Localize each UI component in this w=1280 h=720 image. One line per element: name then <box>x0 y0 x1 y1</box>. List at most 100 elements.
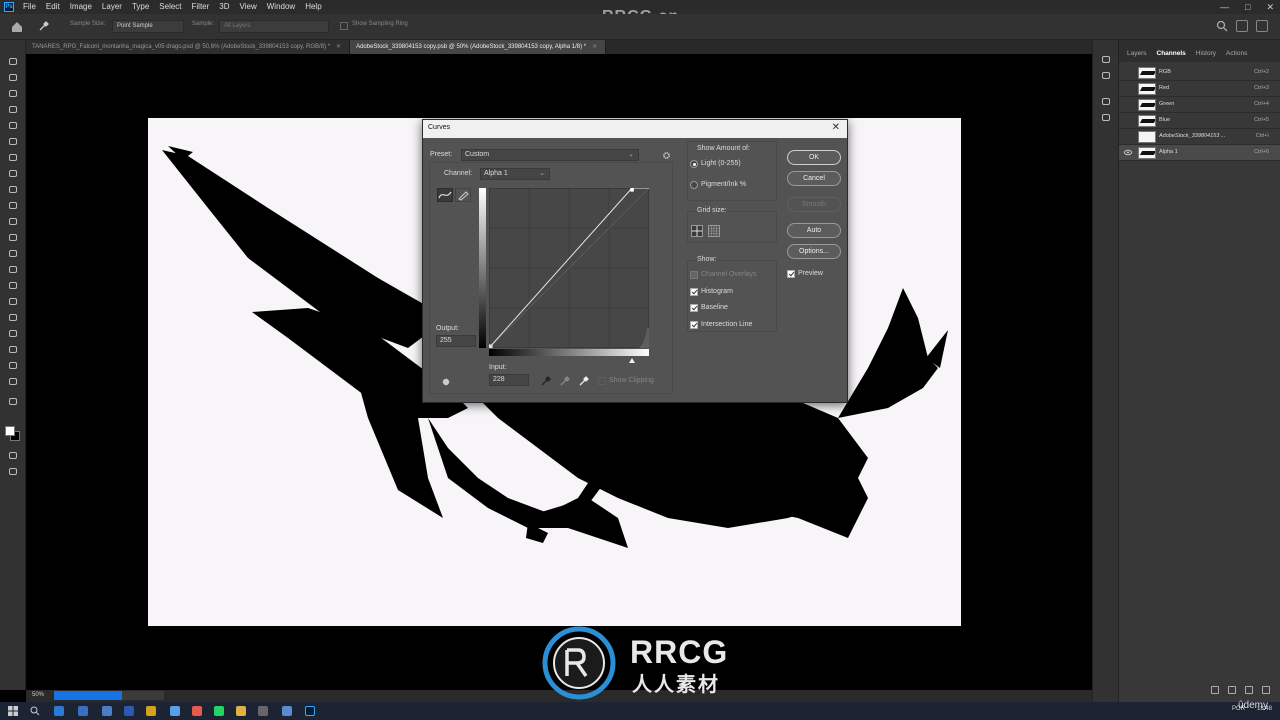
clone-stamp-tool-icon[interactable] <box>7 200 19 211</box>
blur-tool-icon[interactable] <box>7 264 19 275</box>
smooth-button[interactable]: Smooth <box>787 197 841 212</box>
tab-layers[interactable]: Layers <box>1123 50 1153 62</box>
save-selection-icon[interactable] <box>1228 686 1236 694</box>
preview-checkbox[interactable] <box>787 270 795 278</box>
pencil-draw-tool[interactable] <box>455 188 471 202</box>
dodge-tool-icon[interactable] <box>7 280 19 291</box>
black-point-eyedropper-icon[interactable] <box>541 376 551 386</box>
frame-tool-icon[interactable] <box>7 136 19 147</box>
menu-filter[interactable]: Filter <box>187 0 215 14</box>
channel-row[interactable]: Blue Ctrl+5 <box>1119 113 1280 129</box>
maximize-icon[interactable]: □ <box>1245 2 1250 12</box>
line-tool-icon[interactable] <box>7 344 19 355</box>
properties-icon[interactable] <box>1100 96 1112 107</box>
search-icon[interactable] <box>30 706 40 716</box>
menu-type[interactable]: Type <box>127 0 154 14</box>
menu-window[interactable]: Window <box>262 0 300 14</box>
delete-channel-icon[interactable] <box>1262 686 1270 694</box>
input-field[interactable]: 228 <box>489 374 529 386</box>
close-tab-icon[interactable]: ✕ <box>336 44 341 50</box>
curve-graph[interactable] <box>489 188 649 348</box>
object-select-tool-icon[interactable] <box>7 104 19 115</box>
marquee-tool-icon[interactable] <box>7 72 19 83</box>
doc-tab-1[interactable]: TANARES_RPG_Falconi_montanha_magica_v05 … <box>26 40 351 54</box>
close-tab-icon[interactable]: ✕ <box>592 44 597 50</box>
close-icon[interactable]: ✕ <box>832 122 840 133</box>
libraries-icon[interactable] <box>1100 70 1112 81</box>
baseline-checkbox[interactable] <box>690 304 698 312</box>
healing-brush-tool-icon[interactable] <box>7 168 19 179</box>
mail-icon[interactable] <box>102 706 112 716</box>
quick-mask-icon[interactable] <box>7 450 19 461</box>
options-button[interactable]: Options... <box>787 244 841 259</box>
browser-icon[interactable] <box>192 706 202 716</box>
preset-select[interactable]: Custom ⌄ <box>461 149 639 161</box>
output-field[interactable]: 255 <box>436 335 476 347</box>
chrome-icon[interactable] <box>78 706 88 716</box>
eye-toggle[interactable] <box>1124 117 1132 124</box>
files-icon[interactable] <box>170 706 180 716</box>
gray-point-eyedropper-icon[interactable] <box>560 376 570 386</box>
white-point-eyedropper-icon[interactable] <box>579 376 589 386</box>
sample-size-select[interactable]: Point Sample <box>112 20 184 33</box>
eye-toggle[interactable] <box>1124 69 1132 76</box>
color-swatches[interactable] <box>5 426 21 442</box>
curve-point-tool[interactable] <box>437 188 453 202</box>
pigment-radio[interactable] <box>690 181 698 189</box>
photoshop-taskbar-icon[interactable] <box>305 706 315 716</box>
close-icon[interactable]: ✕ <box>1266 2 1274 13</box>
search-icon[interactable] <box>1216 20 1228 32</box>
channel-row[interactable]: Alpha 1 Ctrl+6 <box>1119 145 1280 161</box>
new-channel-icon[interactable] <box>1245 686 1253 694</box>
ok-button[interactable]: OK <box>787 150 841 165</box>
eye-toggle[interactable] <box>1124 85 1132 92</box>
type-tool-icon[interactable] <box>7 312 19 323</box>
vpn-icon[interactable] <box>124 706 134 716</box>
obs-icon[interactable] <box>258 706 268 716</box>
channel-select[interactable]: Alpha 1 ⌄ <box>480 168 550 180</box>
eyedropper-icon[interactable] <box>38 20 50 32</box>
menu-help[interactable]: Help <box>300 0 326 14</box>
gradient-tool-icon[interactable] <box>7 248 19 259</box>
detailed-grid-icon[interactable] <box>708 225 720 237</box>
lasso-tool-icon[interactable] <box>7 88 19 99</box>
menu-image[interactable]: Image <box>65 0 97 14</box>
home-icon[interactable] <box>10 20 24 33</box>
move-tool-icon[interactable] <box>7 56 19 67</box>
tab-channels[interactable]: Channels <box>1153 50 1192 62</box>
cancel-button[interactable]: Cancel <box>787 171 841 186</box>
dialog-title-bar[interactable]: Curves ✕ <box>423 120 847 138</box>
load-selection-icon[interactable] <box>1211 686 1219 694</box>
menu-view[interactable]: View <box>235 0 262 14</box>
menu-edit[interactable]: Edit <box>41 0 65 14</box>
path-selection-tool-icon[interactable] <box>7 328 19 339</box>
channel-row[interactable]: RGB Ctrl+2 <box>1119 65 1280 81</box>
brush-settings-icon[interactable] <box>1100 112 1112 123</box>
gear-icon[interactable] <box>662 151 671 160</box>
curve-point[interactable] <box>489 344 493 348</box>
channel-row[interactable]: Green Ctrl+4 <box>1119 97 1280 113</box>
adjustments-icon[interactable] <box>1100 54 1112 65</box>
menu-3d[interactable]: 3D <box>214 0 234 14</box>
brush-tool-icon[interactable] <box>7 184 19 195</box>
crop-tool-icon[interactable] <box>7 120 19 131</box>
eye-icon[interactable] <box>1124 149 1132 156</box>
eye-toggle[interactable] <box>1124 101 1132 108</box>
eye-toggle[interactable] <box>1124 133 1132 140</box>
history-brush-tool-icon[interactable] <box>7 216 19 227</box>
whatsapp-icon[interactable] <box>214 706 224 716</box>
eyedropper-tool-icon[interactable] <box>7 152 19 163</box>
hand-tool-icon[interactable] <box>7 360 19 371</box>
minimize-icon[interactable]: — <box>1220 2 1229 12</box>
pen-tool-icon[interactable] <box>7 296 19 307</box>
zoom-tool-icon[interactable] <box>7 376 19 387</box>
windows-start-icon[interactable] <box>8 706 18 716</box>
zoom-level[interactable]: 50% <box>32 692 44 698</box>
foreground-color-swatch[interactable] <box>5 426 15 436</box>
show-sampling-ring-checkbox[interactable] <box>340 22 348 30</box>
simple-grid-icon[interactable] <box>691 225 703 237</box>
input-slider-white[interactable] <box>629 358 636 363</box>
channel-row[interactable]: Red Ctrl+3 <box>1119 81 1280 97</box>
channel-row[interactable]: AdobeStock_339804153 ... Ctrl+\ <box>1119 129 1280 145</box>
more-tools-icon[interactable] <box>7 396 19 407</box>
